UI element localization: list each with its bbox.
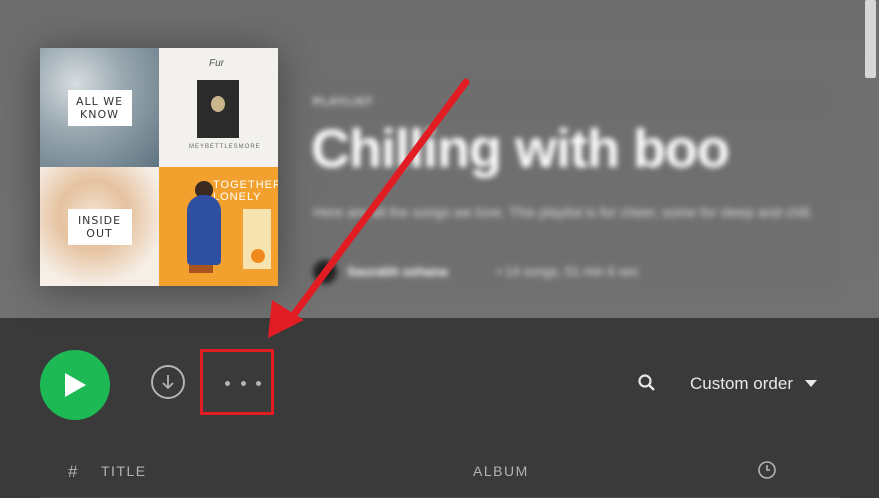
- chevron-down-icon: [804, 380, 817, 387]
- download-button[interactable]: [151, 365, 185, 399]
- highlight-box: [200, 349, 274, 415]
- clock-icon[interactable]: [757, 460, 777, 480]
- column-title[interactable]: TITLE: [101, 463, 147, 479]
- playlist-cover[interactable]: ALL WE KNOW Fur MEYBETTLESMORE INSIDE OU…: [40, 48, 278, 286]
- playlist-header: ALL WE KNOW Fur MEYBETTLESMORE INSIDE OU…: [0, 0, 879, 318]
- scrollbar-thumb[interactable]: [865, 0, 876, 78]
- cover-tile-inside-out: INSIDE OUT: [40, 167, 159, 286]
- search-icon: [638, 374, 655, 391]
- track-list-header: # TITLE ALBUM: [40, 448, 840, 498]
- download-icon: [162, 375, 174, 390]
- column-album[interactable]: ALBUM: [473, 463, 529, 479]
- tile-fruit: [251, 249, 265, 263]
- play-button[interactable]: [40, 350, 110, 420]
- tile-caption: ALL WE KNOW: [67, 89, 132, 126]
- tile-title: TOGETHER LONELY: [213, 179, 278, 203]
- tile-stool: [189, 265, 213, 273]
- play-icon: [65, 373, 86, 397]
- tile-caption: INSIDE OUT: [67, 208, 132, 245]
- tile-photo: [197, 80, 239, 138]
- cover-tile-all-we-know: ALL WE KNOW: [40, 48, 159, 167]
- tile-script: Fur: [209, 58, 224, 69]
- sort-label: Custom order: [690, 374, 793, 393]
- cover-tile-portrait: Fur MEYBETTLESMORE: [159, 48, 278, 167]
- cover-tile-together-lonely: TOGETHER LONELY: [159, 167, 278, 286]
- playlist-title: Chilling with boo: [311, 119, 730, 179]
- avatar: [313, 260, 337, 284]
- tile-small-text: MEYBETTLESMORE: [189, 144, 261, 150]
- action-bar: Custom order: [0, 318, 879, 448]
- playlist-info-blurred: PLAYLIST Chilling with boo Here are all …: [297, 80, 837, 292]
- tile-person: [187, 195, 221, 265]
- playlist-meta: • 14 songs, 51 min 6 sec: [497, 264, 639, 279]
- search-button[interactable]: [637, 373, 657, 393]
- playlist-type: PLAYLIST: [313, 96, 374, 108]
- sort-dropdown[interactable]: Custom order: [690, 373, 817, 395]
- playlist-description: Here are all the songs we love. This pla…: [313, 204, 814, 220]
- column-number: #: [68, 462, 79, 481]
- playlist-owner[interactable]: Saurabh sehana: [347, 264, 447, 279]
